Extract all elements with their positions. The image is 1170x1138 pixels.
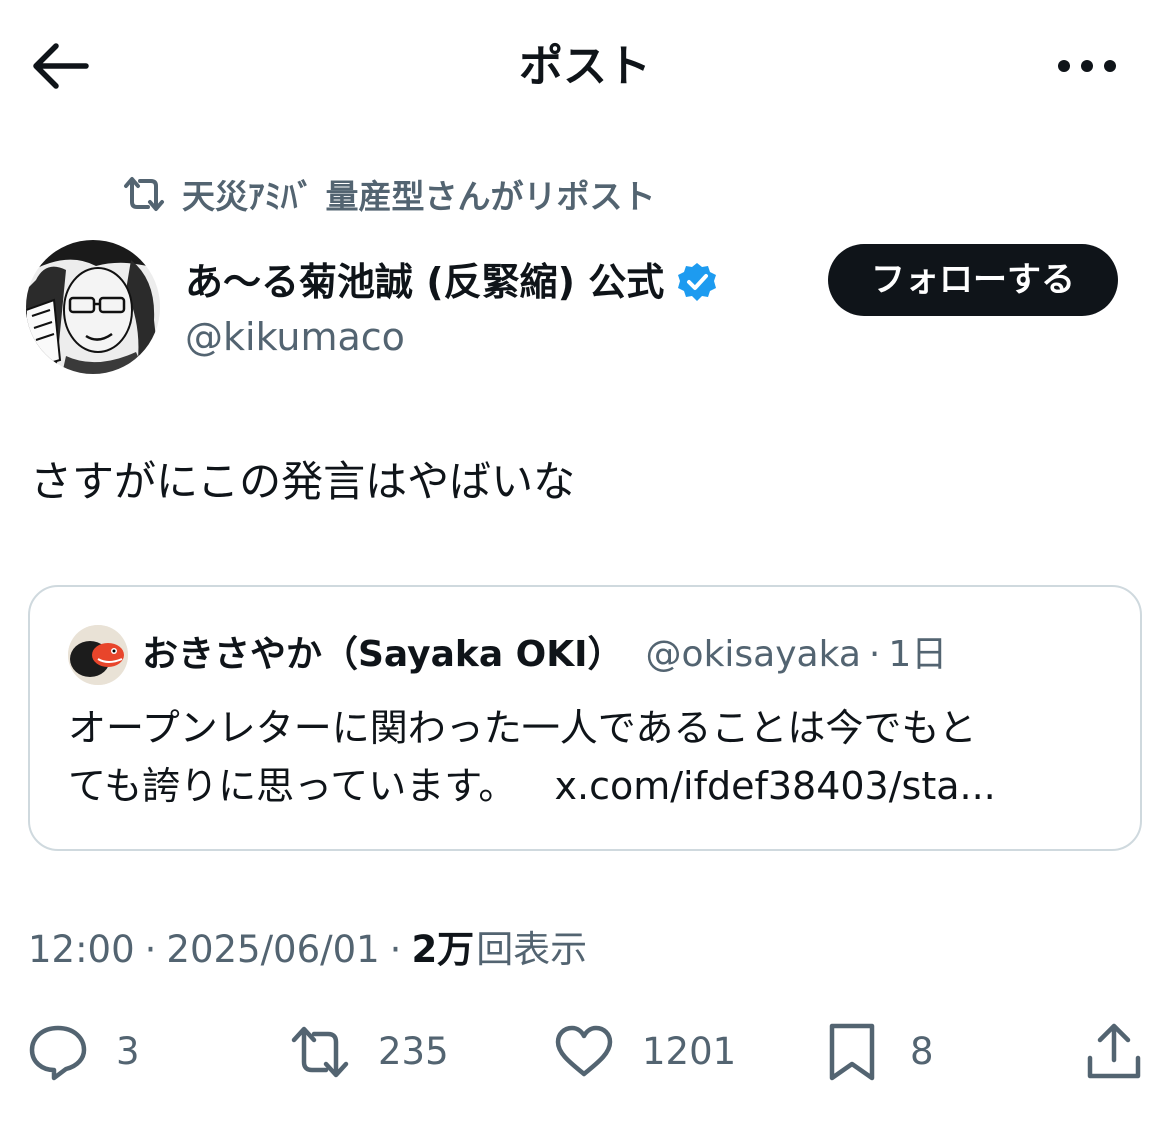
author-handle[interactable]: @kikumaco: [185, 312, 405, 362]
quote-timestamp: 1日: [888, 634, 948, 675]
quote-author-avatar: [68, 625, 128, 685]
like-count: 1201: [642, 1030, 737, 1073]
share-button[interactable]: [1082, 1020, 1146, 1084]
verified-icon: [678, 263, 717, 301]
quoted-post-card[interactable]: おきさやか（Sayaka OKI） @okisayaka · 1日 オープンレタ…: [28, 585, 1142, 851]
bookmark-button[interactable]: 8: [820, 1020, 934, 1084]
reply-button[interactable]: 3: [26, 1020, 140, 1084]
post-meta: 12:00 · 2025/06/01 · 2万 回表示: [28, 922, 587, 978]
views-label: 回表示: [476, 928, 588, 971]
quote-author-name: おきさやか（Sayaka OKI）: [142, 634, 624, 675]
meta-separator: ·: [144, 928, 157, 971]
quote-author-handle: @okisayaka: [645, 634, 861, 675]
follow-button[interactable]: フォローする: [828, 244, 1118, 316]
quote-header: おきさやか（Sayaka OKI） @okisayaka · 1日: [142, 627, 947, 683]
repost-icon: [124, 177, 164, 211]
post-date[interactable]: 2025/06/01: [166, 922, 379, 978]
quote-link[interactable]: x.com/ifdef38403/sta...: [555, 764, 996, 808]
quote-text-line: オープンレターに関わった一人であることは今でもと: [68, 706, 977, 750]
post-time[interactable]: 12:00: [28, 922, 135, 978]
quote-separator: ·: [868, 634, 881, 675]
author-avatar[interactable]: [26, 240, 160, 374]
views-count: 2万: [411, 928, 475, 971]
repost-context[interactable]: 天災ｱﾐﾊﾞ 量産型さんがリポスト: [120, 170, 656, 218]
author-name[interactable]: あ～る菊池誠 (反緊縮) 公式: [185, 254, 718, 310]
like-button[interactable]: 1201: [552, 1020, 736, 1084]
reply-count: 3: [116, 1030, 140, 1073]
bookmark-icon: [829, 1023, 875, 1081]
quote-text-line: ても誇りに思っています。 x.com/ifdef38403/sta...: [68, 757, 1108, 815]
repost-label: 天災ｱﾐﾊﾞ 量産型さんがリポスト: [182, 177, 656, 216]
meta-separator: ·: [389, 928, 402, 971]
bookmark-count: 8: [910, 1030, 934, 1073]
repost-count: 235: [378, 1030, 449, 1073]
reply-icon: [29, 1025, 87, 1081]
post-detail-page: ポスト 天災ｱﾐﾊﾞ 量産型さんがリポスト あ～る菊池誠 (反緊縮) 公式 @k…: [0, 0, 1170, 1138]
repost-icon: [291, 1026, 349, 1078]
page-title: ポスト: [519, 41, 651, 92]
like-icon: [555, 1025, 613, 1077]
repost-button[interactable]: 235: [288, 1020, 449, 1084]
more-icon[interactable]: [1052, 42, 1122, 92]
quote-text: オープンレターに関わった一人であることは今でもと ても誇りに思っています。 x.…: [68, 699, 1108, 815]
share-icon: [1087, 1023, 1141, 1079]
quote-text-line2: ても誇りに思っています。: [68, 764, 517, 808]
author-name-text: あ～る菊池誠 (反緊縮) 公式: [185, 260, 665, 304]
post-text: さすがにこの発言はやばいな: [30, 457, 576, 506]
